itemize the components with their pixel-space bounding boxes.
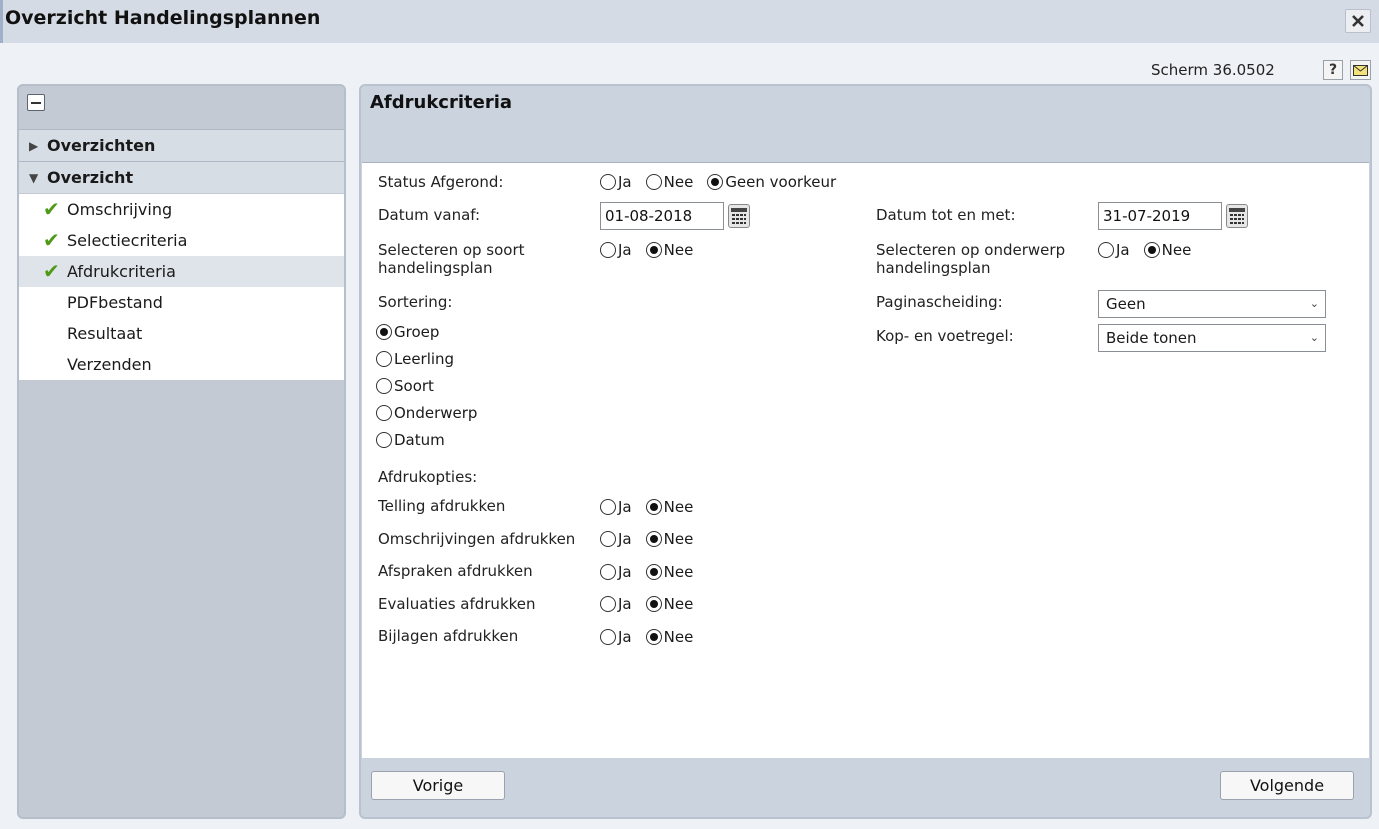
status-afgerond-label: Status Afgerond:: [378, 173, 504, 191]
afspraken-radios: Ja Nee: [600, 563, 707, 581]
sortering-label: Sortering:: [378, 293, 453, 311]
kopvoet-label: Kop- en voetregel:: [876, 327, 1014, 345]
form-content: Status Afgerond: Ja Nee Geen voorkeur Da…: [362, 162, 1369, 758]
soort-label: Selecteren op soort handelingsplan: [378, 241, 525, 277]
onderwerp-ja-radio[interactable]: Ja: [1098, 241, 1130, 259]
evaluaties-nee-radio[interactable]: Nee: [645, 595, 693, 613]
telling-nee-radio[interactable]: Nee: [645, 498, 693, 516]
nav-item-label: Resultaat: [67, 324, 143, 343]
afspraken-ja-radio[interactable]: Ja: [600, 563, 632, 581]
previous-button[interactable]: Vorige: [371, 771, 505, 800]
bijlagen-label: Bijlagen afdrukken: [378, 627, 519, 645]
sort-leerling-radio[interactable]: Leerling: [376, 350, 454, 368]
evaluaties-label: Evaluaties afdrukken: [378, 595, 536, 613]
afspraken-label: Afspraken afdrukken: [378, 562, 533, 580]
sort-soort-radio[interactable]: Soort: [376, 377, 434, 395]
check-icon: ✔: [43, 228, 60, 252]
close-button[interactable]: [1345, 9, 1371, 33]
mail-icon: [1353, 64, 1368, 76]
kopvoet-select[interactable]: Beide tonen ⌄: [1098, 324, 1326, 352]
calendar-icon: [731, 208, 747, 224]
soort-nee-radio[interactable]: Nee: [645, 241, 693, 259]
chevron-down-icon: ⌄: [1309, 297, 1319, 310]
nav-section-overzicht[interactable]: ▼ Overzicht: [19, 161, 344, 193]
status-ja-radio[interactable]: Ja: [600, 173, 632, 191]
nav-item-label: Selectiecriteria: [67, 231, 188, 250]
calendar-button[interactable]: [1226, 204, 1248, 228]
onderwerp-radios: Ja Nee: [1098, 241, 1205, 259]
datum-tot-label: Datum tot en met:: [876, 206, 1016, 224]
main-panel: Afdrukcriteria Status Afgerond: Ja Nee G…: [359, 84, 1372, 819]
telling-radios: Ja Nee: [600, 498, 707, 516]
soort-ja-radio[interactable]: Ja: [600, 241, 632, 259]
check-icon: ✔: [43, 259, 60, 283]
chevron-down-icon: ⌄: [1309, 331, 1319, 344]
sort-datum-radio[interactable]: Datum: [376, 431, 445, 449]
mail-button[interactable]: [1350, 60, 1371, 80]
collapse-icon[interactable]: [27, 94, 45, 111]
nav-item-afdrukcriteria[interactable]: ✔ Afdrukcriteria: [19, 256, 344, 287]
status-nee-radio[interactable]: Nee: [645, 173, 693, 191]
window-title: Overzicht Handelingsplannen: [5, 7, 321, 29]
omschrijvingen-radios: Ja Nee: [600, 530, 707, 548]
close-icon: [1352, 15, 1364, 27]
arrow-down-icon: ▼: [29, 171, 39, 185]
afdrukopties-label: Afdrukopties:: [378, 468, 478, 486]
bijlagen-ja-radio[interactable]: Ja: [600, 628, 632, 646]
onderwerp-nee-radio[interactable]: Nee: [1143, 241, 1191, 259]
datum-tot-input[interactable]: 31-07-2019: [1098, 202, 1222, 230]
telling-ja-radio[interactable]: Ja: [600, 498, 632, 516]
help-button[interactable]: ?: [1323, 60, 1343, 80]
check-icon: ✔: [43, 197, 60, 221]
datum-vanaf-label: Datum vanaf:: [378, 206, 481, 224]
nav-item-selectiecriteria[interactable]: ✔ Selectiecriteria: [19, 225, 344, 256]
nav-list: ✔ Omschrijving ✔ Selectiecriteria ✔ Afdr…: [19, 194, 344, 380]
next-button[interactable]: Volgende: [1220, 771, 1354, 800]
nav-item-label: Afdrukcriteria: [67, 262, 176, 281]
omschrijvingen-label: Omschrijvingen afdrukken: [378, 530, 576, 548]
window-titlebar: Overzicht Handelingsplannen: [0, 0, 1379, 43]
status-afgerond-radios: Ja Nee Geen voorkeur: [600, 173, 850, 191]
paginascheiding-select[interactable]: Geen ⌄: [1098, 290, 1326, 318]
nav-item-label: Verzenden: [67, 355, 152, 374]
status-geen-voorkeur-radio[interactable]: Geen voorkeur: [707, 173, 836, 191]
nav-item-label: PDFbestand: [67, 293, 163, 312]
nav-item-label: Omschrijving: [67, 200, 173, 219]
omschrijvingen-nee-radio[interactable]: Nee: [645, 530, 693, 548]
bijlagen-radios: Ja Nee: [600, 628, 707, 646]
page-title: Afdrukcriteria: [370, 92, 513, 113]
evaluaties-radios: Ja Nee: [600, 595, 707, 613]
paginascheiding-label: Paginascheiding:: [876, 293, 1003, 311]
afspraken-nee-radio[interactable]: Nee: [645, 563, 693, 581]
sort-groep-radio[interactable]: Groep: [376, 323, 439, 341]
telling-label: Telling afdrukken: [378, 497, 506, 515]
nav-section-label: Overzichten: [47, 136, 156, 155]
wizard-navigation: ▶ Overzichten ▼ Overzicht ✔ Omschrijving…: [17, 84, 346, 819]
sort-onderwerp-radio[interactable]: Onderwerp: [376, 404, 477, 422]
calendar-button[interactable]: [728, 204, 750, 228]
arrow-right-icon: ▶: [29, 139, 39, 153]
nav-item-omschrijving[interactable]: ✔ Omschrijving: [19, 194, 344, 225]
nav-item-pdfbestand[interactable]: PDFbestand: [19, 287, 344, 318]
nav-item-resultaat[interactable]: Resultaat: [19, 318, 344, 349]
nav-item-verzenden[interactable]: Verzenden: [19, 349, 344, 380]
evaluaties-ja-radio[interactable]: Ja: [600, 595, 632, 613]
onderwerp-label: Selecteren op onderwerp handelingsplan: [876, 241, 1066, 277]
soort-radios: Ja Nee: [600, 241, 707, 259]
nav-section-label: Overzicht: [47, 168, 134, 187]
nav-section-overzichten[interactable]: ▶ Overzichten: [19, 129, 344, 161]
screen-code: Scherm 36.0502: [1151, 61, 1275, 79]
bijlagen-nee-radio[interactable]: Nee: [645, 628, 693, 646]
omschrijvingen-ja-radio[interactable]: Ja: [600, 530, 632, 548]
calendar-icon: [1229, 208, 1245, 224]
datum-vanaf-input[interactable]: 01-08-2018: [600, 202, 724, 230]
